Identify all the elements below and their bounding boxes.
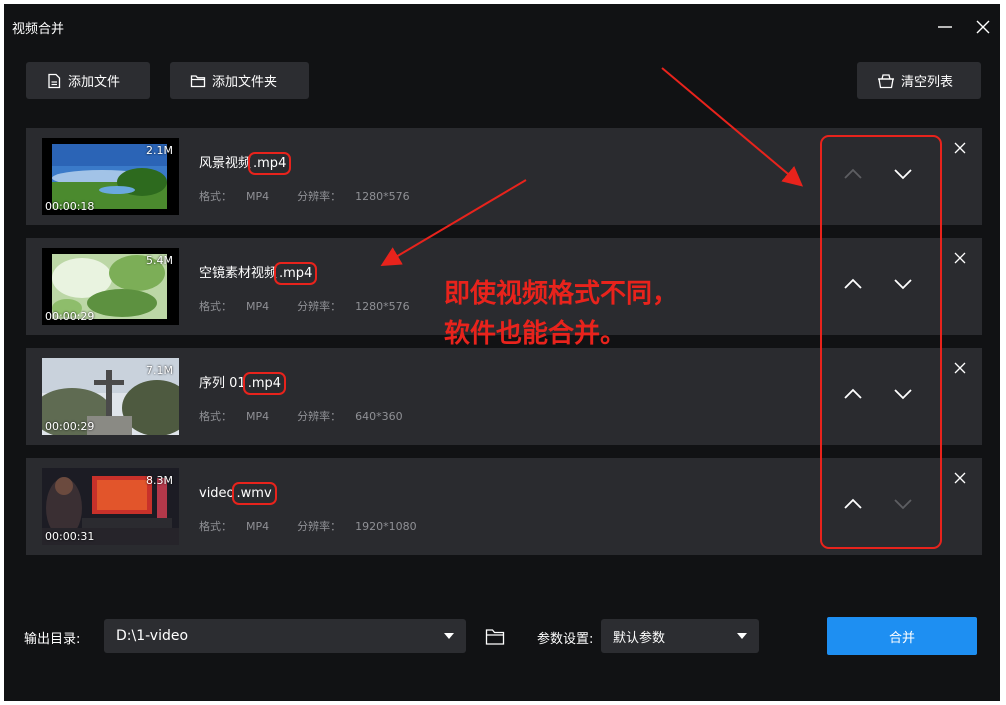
video-thumbnail: 8.3M 00:00:31	[42, 468, 179, 545]
duration: 00:00:31	[45, 530, 95, 543]
remove-item-button[interactable]	[952, 470, 968, 486]
clear-basket-icon	[877, 73, 895, 89]
reorder-highlight-box	[820, 135, 942, 549]
file-size: 8.3M	[146, 474, 173, 487]
duration: 00:00:29	[45, 310, 95, 323]
close-icon	[954, 472, 966, 484]
duration: 00:00:29	[45, 420, 95, 433]
file-size: 5.4M	[146, 254, 173, 267]
remove-item-button[interactable]	[952, 250, 968, 266]
file-meta: 格式： MP4 分辨率： 1920*1080	[199, 520, 417, 533]
video-thumbnail: 7.1M 00:00:29	[42, 358, 179, 435]
annotation-text: 即使视频格式不同， 软件也能合并。	[444, 279, 679, 349]
close-icon	[954, 252, 966, 264]
merge-button[interactable]: 合并	[827, 617, 977, 655]
file-meta: 格式： MP4 分辨率： 1280*576	[199, 300, 410, 313]
params-select[interactable]: 默认参数	[601, 619, 759, 653]
add-folder-button[interactable]: 添加文件夹	[170, 62, 309, 99]
file-name: 空镜素材视频 .mp4	[199, 262, 318, 285]
duration: 00:00:18	[45, 200, 95, 213]
params-label: 参数设置:	[537, 632, 594, 647]
minimize-icon	[938, 26, 952, 28]
video-merge-window: 视频合并 添加文件 添加文件夹 清空列表 2.1M 00:00:18 风景视频 …	[4, 4, 1000, 701]
folder-icon	[485, 629, 505, 645]
output-dir-select[interactable]: D:\1-video	[104, 619, 466, 653]
close-window-button[interactable]	[972, 16, 994, 38]
close-icon	[976, 20, 990, 34]
output-dir-label: 输出目录:	[24, 632, 81, 647]
file-name: 序列 01 .mp4	[199, 372, 287, 395]
title-bar: 视频合并	[4, 4, 1000, 50]
close-icon	[954, 362, 966, 374]
file-extension-highlight: .wmv	[231, 482, 277, 505]
add-file-label: 添加文件	[68, 75, 121, 90]
file-size: 7.1M	[146, 364, 173, 377]
add-file-button[interactable]: 添加文件	[26, 62, 150, 99]
caret-down-icon	[444, 633, 454, 639]
file-name: 风景视频 .mp4	[199, 152, 292, 175]
minimize-button[interactable]	[934, 16, 956, 38]
caret-down-icon	[737, 633, 747, 639]
file-name: video .wmv	[199, 482, 277, 505]
video-thumbnail: 5.4M 00:00:29	[42, 248, 179, 325]
file-size: 2.1M	[146, 144, 173, 157]
file-extension-highlight: .mp4	[242, 372, 287, 395]
browse-folder-button[interactable]	[484, 626, 506, 648]
video-thumbnail: 2.1M 00:00:18	[42, 138, 179, 215]
close-icon	[954, 142, 966, 154]
file-icon	[46, 73, 62, 89]
output-dir-value: D:\1-video	[116, 628, 189, 644]
remove-item-button[interactable]	[952, 140, 968, 156]
file-meta: 格式： MP4 分辨率： 1280*576	[199, 190, 410, 203]
file-extension-highlight: .mp4	[248, 152, 292, 175]
clear-list-button[interactable]: 清空列表	[857, 62, 981, 99]
params-value: 默认参数	[613, 630, 666, 646]
file-extension-highlight: .mp4	[274, 262, 318, 285]
remove-item-button[interactable]	[952, 360, 968, 376]
add-folder-label: 添加文件夹	[212, 75, 278, 90]
folder-icon	[190, 73, 206, 89]
window-title: 视频合并	[12, 22, 65, 37]
file-meta: 格式： MP4 分辨率： 640*360	[199, 410, 403, 423]
clear-list-label: 清空列表	[901, 75, 954, 90]
